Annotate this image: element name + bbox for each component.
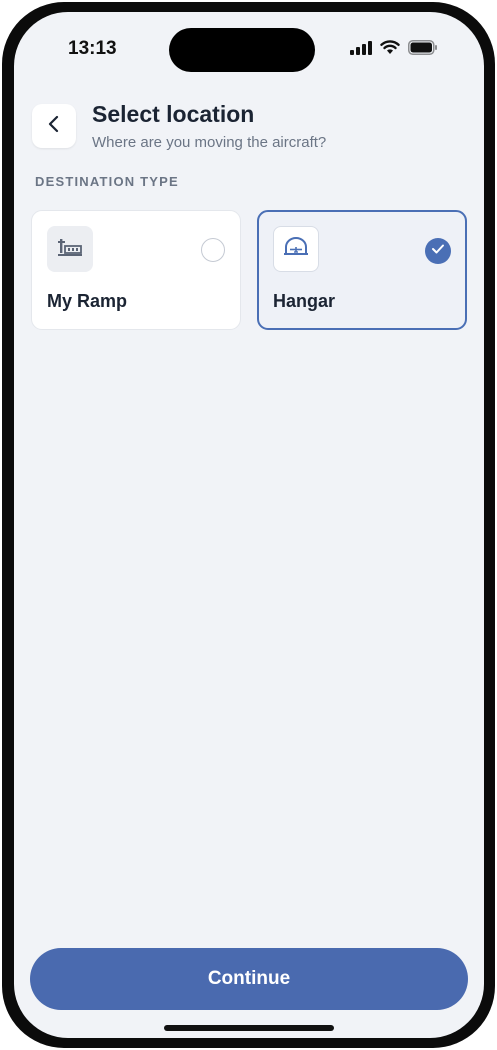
- option-label-my-ramp: My Ramp: [47, 291, 128, 311]
- cellular-signal-icon: [350, 40, 372, 55]
- radio-unselected[interactable]: [201, 238, 225, 262]
- destination-option-hangar[interactable]: Hangar: [257, 210, 467, 330]
- status-time: 13:13: [68, 38, 117, 59]
- chevron-left-icon: [47, 115, 61, 138]
- destination-option-my-ramp[interactable]: My Ramp: [31, 210, 241, 330]
- checkmark-icon: [431, 242, 445, 260]
- ramp-icon-box: [47, 226, 93, 272]
- ramp-icon: [57, 236, 83, 263]
- status-icons: [350, 40, 438, 55]
- back-button[interactable]: [32, 104, 76, 148]
- page-subtitle: Where are you moving the aircraft?: [92, 134, 327, 151]
- hangar-icon-box: [273, 226, 319, 272]
- dynamic-island: [169, 28, 315, 72]
- continue-button[interactable]: Continue: [30, 948, 468, 1010]
- radio-selected-check[interactable]: [425, 238, 451, 264]
- home-indicator[interactable]: [164, 1025, 334, 1031]
- option-label-hangar: Hangar: [273, 291, 336, 311]
- section-label-destination-type: DESTINATION TYPE: [35, 174, 179, 189]
- hangar-icon: [283, 236, 309, 263]
- wifi-icon: [380, 40, 400, 55]
- page-title: Select location: [92, 101, 255, 127]
- app-screen: 13:13 Select location Where are you movi…: [14, 12, 484, 1038]
- battery-icon: [408, 40, 438, 55]
- phone-frame: 13:13 Select location Where are you movi…: [2, 2, 495, 1048]
